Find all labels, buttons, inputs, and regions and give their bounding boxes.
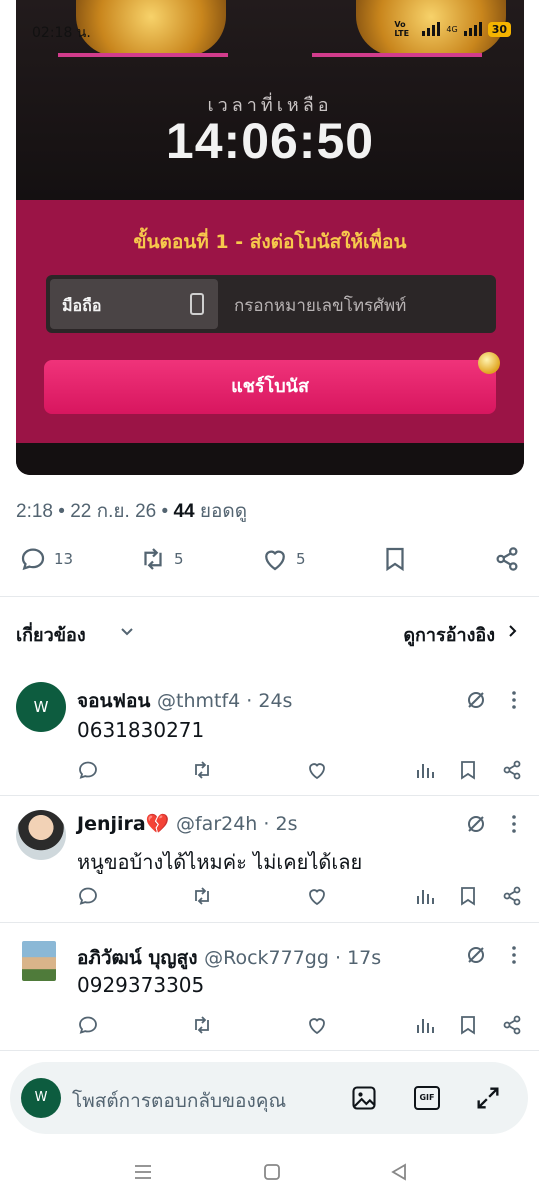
reply-text: หนูขอบ้างได้ไหมค่ะ ไม่เคยได้เลย <box>77 850 363 874</box>
home-icon[interactable] <box>263 1163 281 1181</box>
avatar[interactable] <box>22 941 56 981</box>
grok-icon[interactable] <box>464 812 488 836</box>
bookmark-button[interactable] <box>380 544 410 574</box>
grok-icon[interactable] <box>464 688 488 712</box>
gold-coin-icon <box>478 352 500 374</box>
heart-icon <box>265 550 285 571</box>
promo-image-card[interactable]: เวลาที่เหลือ 14:06:50 ขั้นตอนที่ 1 - ส่ง… <box>16 0 524 475</box>
repost-icon[interactable] <box>190 884 214 908</box>
system-navigation-bar <box>0 1145 539 1200</box>
analytics-icon[interactable] <box>413 1013 437 1037</box>
like-count: 5 <box>296 550 306 568</box>
heart-icon[interactable] <box>305 884 329 908</box>
avatar[interactable]: W <box>16 682 66 732</box>
image-icon[interactable] <box>350 1084 378 1112</box>
reply-icon[interactable] <box>76 758 100 782</box>
tweet-meta: 2:18 • 22 ก.ย. 26 • 44 ยอดดู <box>16 501 248 522</box>
signal-icon-2 <box>463 22 482 36</box>
reply-age: 17s <box>347 947 382 969</box>
more-options-icon[interactable] <box>506 812 522 836</box>
reply-author: อภิวัฒน์ บุญสูง @Rock777gg · 17s <box>77 947 382 969</box>
status-icons: Vo LTE 4G 30 <box>394 20 511 38</box>
chevron-down-icon[interactable] <box>120 624 134 638</box>
repost-button[interactable]: 5 <box>138 544 184 574</box>
share-icon[interactable] <box>500 1013 524 1037</box>
heart-icon[interactable] <box>305 758 329 782</box>
bookmark-icon[interactable] <box>456 884 480 908</box>
gif-button[interactable]: GIF <box>414 1086 440 1110</box>
reply-button[interactable]: 13 <box>18 544 73 574</box>
reply-composer[interactable]: W โพสต์การตอบกลับของคุณ GIF <box>10 1062 528 1134</box>
share-button[interactable] <box>492 544 522 574</box>
reply-display-name: Jenjira💔 <box>77 813 170 835</box>
reply-item[interactable]: Jenjira💔 @far24h · 2s หนูขอบ้างได้ไหมค่ะ… <box>0 796 539 922</box>
signal-icon <box>422 22 441 36</box>
avatar[interactable] <box>16 810 66 860</box>
reply-icon <box>21 548 45 571</box>
more-options-icon[interactable] <box>506 688 522 712</box>
network-4g-icon: 4G <box>446 24 458 34</box>
bookmark-icon <box>386 547 404 572</box>
reply-age: 2s <box>275 813 298 835</box>
tweet-views-count: 44 <box>173 501 195 522</box>
reply-age: 24s <box>258 690 293 712</box>
reply-count: 13 <box>54 550 74 568</box>
expand-icon[interactable] <box>474 1084 502 1112</box>
reply-text: 0929373305 <box>77 973 205 997</box>
analytics-icon[interactable] <box>413 884 437 908</box>
volte-icon: Vo LTE <box>394 20 410 38</box>
tweet-views-label: ยอดดู <box>199 501 248 522</box>
phone-type-tag: มือถือ <box>50 279 218 329</box>
reply-input-placeholder[interactable]: โพสต์การตอบกลับของคุณ <box>72 1086 286 1116</box>
tweet-date: 22 ก.ย. 26 <box>70 501 157 522</box>
reply-icon[interactable] <box>76 884 100 908</box>
reply-author: Jenjira💔 @far24h · 2s <box>77 813 298 835</box>
divider <box>0 1050 539 1051</box>
view-quotes-link[interactable]: ดูการอ้างอิง <box>403 620 495 649</box>
reply-handle: @thmtf4 <box>157 690 241 712</box>
status-bar: 02:18 น. Vo LTE 4G 30 <box>0 0 539 58</box>
countdown-timer: 14:06:50 <box>165 113 375 169</box>
like-button[interactable]: 5 <box>260 544 306 574</box>
reply-display-name: อภิวัฒน์ บุญสูง <box>77 947 198 969</box>
bookmark-icon[interactable] <box>456 758 480 782</box>
step-title: ขั้นตอนที่ 1 - ส่งต่อโบนัสให้เพื่อน <box>133 231 407 253</box>
tweet-action-bar: 13 5 5 <box>16 544 524 578</box>
promo-footer <box>16 443 524 475</box>
analytics-icon[interactable] <box>413 758 437 782</box>
share-icon[interactable] <box>500 884 524 908</box>
share-bonus-button[interactable]: แชร์โบนัส <box>44 360 496 414</box>
phone-tag-label: มือถือ <box>62 296 102 315</box>
grok-icon[interactable] <box>464 943 488 967</box>
reply-handle: @far24h <box>175 813 258 835</box>
more-options-icon[interactable] <box>506 943 522 967</box>
status-time: 02:18 น. <box>32 25 91 41</box>
reply-item[interactable]: อภิวัฒน์ บุญสูง @Rock777gg · 17s 0929373… <box>0 923 539 1049</box>
reply-author: จอนฟอน @thmtf4 · 24s <box>77 690 293 712</box>
reply-display-name: จอนฟอน <box>77 690 151 712</box>
repost-icon[interactable] <box>190 758 214 782</box>
reply-handle: @Rock777gg <box>204 947 329 969</box>
back-icon[interactable] <box>390 1163 408 1181</box>
heart-icon[interactable] <box>305 1013 329 1037</box>
recent-apps-icon[interactable] <box>133 1163 153 1181</box>
share-icon <box>496 547 518 571</box>
reply-icon[interactable] <box>76 1013 100 1037</box>
mobile-phone-icon <box>190 293 204 315</box>
repost-icon[interactable] <box>190 1013 214 1037</box>
share-icon[interactable] <box>500 758 524 782</box>
avatar: W <box>21 1078 61 1118</box>
reply-item[interactable]: W จอนฟอน @thmtf4 · 24s 0631830271 <box>0 670 539 794</box>
bookmark-icon[interactable] <box>456 1013 480 1037</box>
battery-icon: 30 <box>487 21 511 37</box>
phone-input-placeholder: กรอกหมายเลขโทรศัพท์ <box>234 296 407 316</box>
reply-text: 0631830271 <box>77 718 205 742</box>
repost-count: 5 <box>174 550 184 568</box>
chevron-right-icon[interactable] <box>505 624 519 638</box>
divider <box>0 596 539 597</box>
phone-input-box[interactable]: มือถือ กรอกหมายเลขโทรศัพท์ <box>46 275 496 333</box>
repost-icon <box>144 548 162 570</box>
tweet-time: 2:18 <box>16 501 53 522</box>
related-sort-dropdown[interactable]: เกี่ยวข้อง <box>16 620 86 649</box>
